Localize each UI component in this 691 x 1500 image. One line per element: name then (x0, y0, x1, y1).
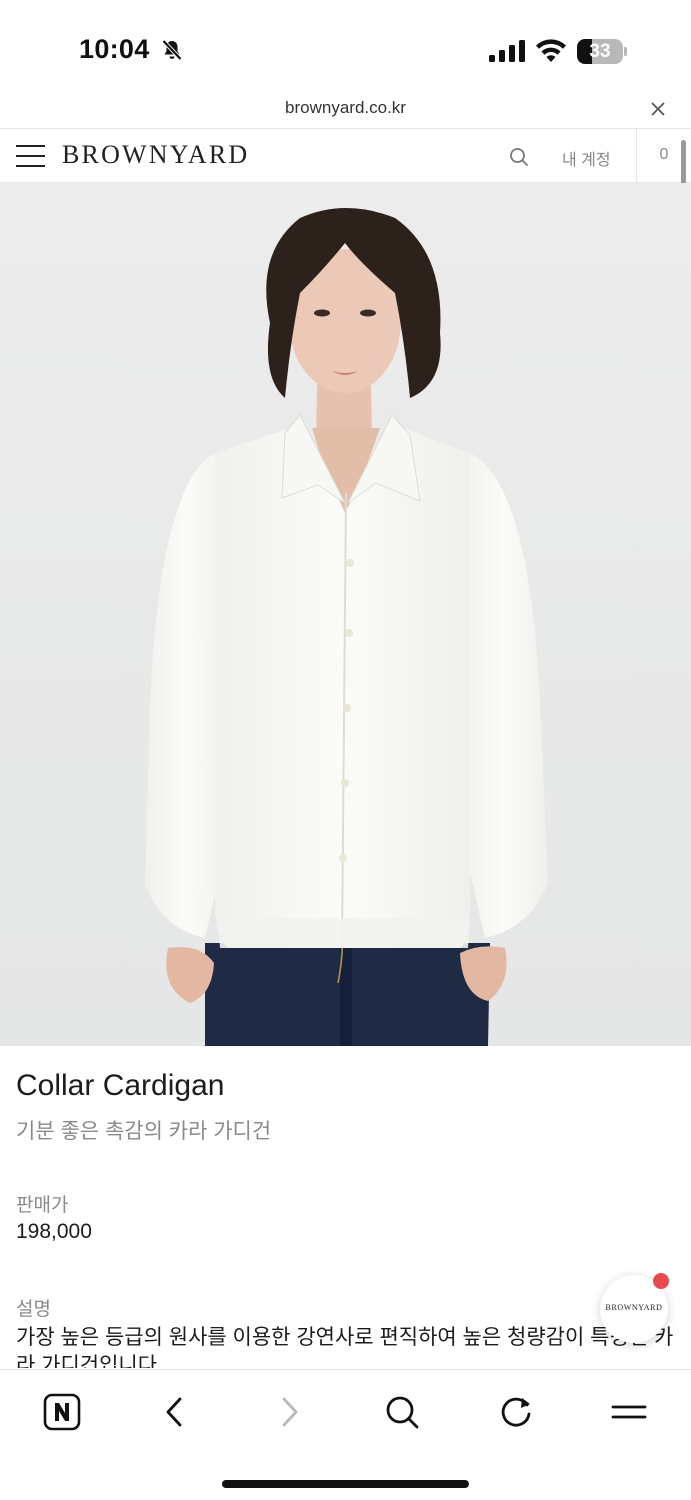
home-indicator (222, 1480, 469, 1488)
description-label: 설명 (16, 1299, 51, 1320)
search-icon[interactable] (382, 1392, 422, 1432)
reload-icon[interactable] (496, 1392, 536, 1432)
product-photo-illustration (0, 183, 691, 1046)
site-logo[interactable]: BROWNYARD (62, 140, 249, 170)
product-subtitle: 기분 좋은 촉감의 카라 가디건 (16, 1120, 272, 1143)
url-bar[interactable]: brownyard.co.kr (0, 96, 691, 128)
floating-brand-label: BROWNYARD (605, 1303, 663, 1312)
description-text: 가장 높은 등급의 원사를 이용한 강연사로 편직하여 높은 청량감이 특징인 … (16, 1326, 674, 1368)
notification-dot (653, 1273, 669, 1289)
status-time: 10:04 (79, 34, 150, 64)
product-image (0, 183, 691, 1046)
cellular-signal-icon (489, 40, 525, 62)
product-name: Collar Cardigan (16, 1069, 225, 1102)
bell-muted-icon (162, 39, 182, 61)
search-icon[interactable] (509, 147, 529, 167)
menu-icon[interactable] (609, 1392, 649, 1432)
url-text[interactable]: brownyard.co.kr (0, 98, 691, 118)
battery-percent: 33 (589, 41, 611, 62)
status-bar: 10:04 33 (0, 0, 691, 96)
price-value: 198,000 (16, 1220, 92, 1243)
close-icon[interactable] (650, 101, 666, 117)
forward-icon[interactable] (269, 1392, 309, 1432)
site-header: BROWNYARD 내 계정 0 (0, 128, 691, 183)
back-icon[interactable] (155, 1392, 195, 1432)
battery-indicator: 33 (577, 39, 627, 64)
wifi-icon (536, 39, 566, 62)
price-label: 판매가 (16, 1195, 69, 1216)
naver-home-icon[interactable] (42, 1392, 82, 1432)
browser-bottom-toolbar (0, 1369, 691, 1500)
my-account-link[interactable]: 내 계정 (562, 146, 611, 170)
hamburger-menu-icon[interactable] (16, 143, 45, 169)
